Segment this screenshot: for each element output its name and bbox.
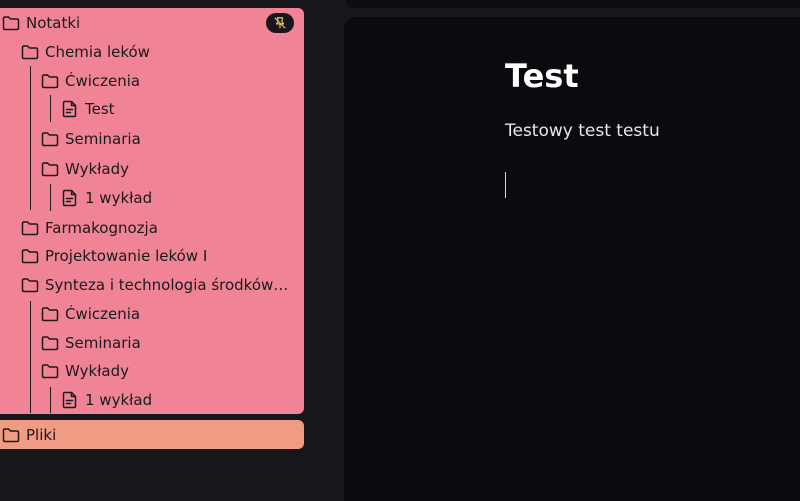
- tree-item-folder[interactable]: Synteza i technologia środków lec...: [20, 272, 292, 298]
- text-caret: [505, 172, 506, 198]
- tree-root-notatki[interactable]: Notatki: [1, 10, 80, 36]
- folder-icon: [1, 13, 21, 33]
- pin-off-icon: [273, 16, 287, 30]
- tree-item-label: 1 wykład: [85, 391, 153, 409]
- document-icon: [60, 188, 80, 208]
- folder-icon: [1, 425, 21, 445]
- tree-item-folder[interactable]: Wykłady: [40, 358, 290, 384]
- tree-guide-line: [50, 387, 51, 413]
- folder-icon: [20, 42, 40, 62]
- folder-icon: [40, 361, 60, 381]
- tree-guide-line: [30, 66, 31, 210]
- tree-item-label: Test: [85, 100, 115, 118]
- document-icon: [60, 390, 80, 410]
- tree-item-label: Projektowanie leków I: [45, 247, 208, 265]
- document-title[interactable]: Test: [505, 57, 579, 95]
- tree-item-document[interactable]: 1 wykład: [60, 387, 290, 413]
- tree-guide-line: [50, 95, 51, 122]
- tree-item-label: Farmakognozja: [45, 219, 158, 237]
- tree-item-label: Ćwiczenia: [65, 305, 141, 323]
- document-body[interactable]: Testowy test testu: [505, 121, 660, 141]
- tree-item-document[interactable]: 1 wykład: [60, 185, 290, 211]
- tree-item-folder[interactable]: Seminaria: [40, 330, 290, 356]
- tree-item-folder[interactable]: Seminaria: [40, 126, 290, 152]
- tree-root-pliki[interactable]: Pliki: [1, 422, 56, 448]
- folder-icon: [20, 218, 40, 238]
- tree-item-folder[interactable]: Wykłady: [40, 156, 290, 182]
- tree-item-folder[interactable]: Projektowanie leków I: [20, 243, 290, 269]
- tree-item-label: Wykłady: [65, 160, 129, 178]
- folder-icon: [20, 246, 40, 266]
- tree-root-label: Notatki: [26, 14, 81, 32]
- tree-item-label: Synteza i technologia środków lec...: [45, 276, 291, 294]
- tree-item-label: 1 wykład: [85, 189, 153, 207]
- tree-item-folder[interactable]: Chemia leków: [20, 39, 290, 65]
- document-icon: [60, 99, 80, 119]
- tree-item-label: Chemia leków: [45, 43, 150, 61]
- tree-guide-line: [30, 301, 31, 413]
- files-panel: Pliki: [0, 420, 304, 449]
- files-root-label: Pliki: [26, 426, 57, 444]
- tree-item-folder[interactable]: Farmakognozja: [20, 215, 290, 241]
- sidebar: Notatki Chemia leków Ćwiczenia Test Semi…: [0, 0, 332, 501]
- folder-icon: [20, 275, 40, 295]
- tree-item-label: Seminaria: [65, 334, 141, 352]
- tree-item-label: Ćwiczenia: [65, 72, 141, 90]
- folder-icon: [40, 129, 60, 149]
- tree-item-folder[interactable]: Ćwiczenia: [40, 301, 290, 327]
- notes-tree-panel: Notatki Chemia leków Ćwiczenia Test Semi…: [0, 8, 304, 414]
- folder-icon: [40, 304, 60, 324]
- unpin-button[interactable]: [266, 13, 294, 33]
- folder-icon: [40, 333, 60, 353]
- tree-item-label: Wykłady: [65, 362, 129, 380]
- folder-icon: [40, 71, 60, 91]
- tree-item-document[interactable]: Test: [60, 96, 290, 122]
- top-bar: [346, 0, 800, 8]
- tree-guide-line: [50, 184, 51, 211]
- tree-item-folder[interactable]: Ćwiczenia: [40, 68, 290, 94]
- editor-pane[interactable]: Test Testowy test testu: [344, 17, 800, 501]
- app-window: Notatki Chemia leków Ćwiczenia Test Semi…: [0, 0, 800, 501]
- tree-item-label: Seminaria: [65, 130, 141, 148]
- folder-icon: [40, 159, 60, 179]
